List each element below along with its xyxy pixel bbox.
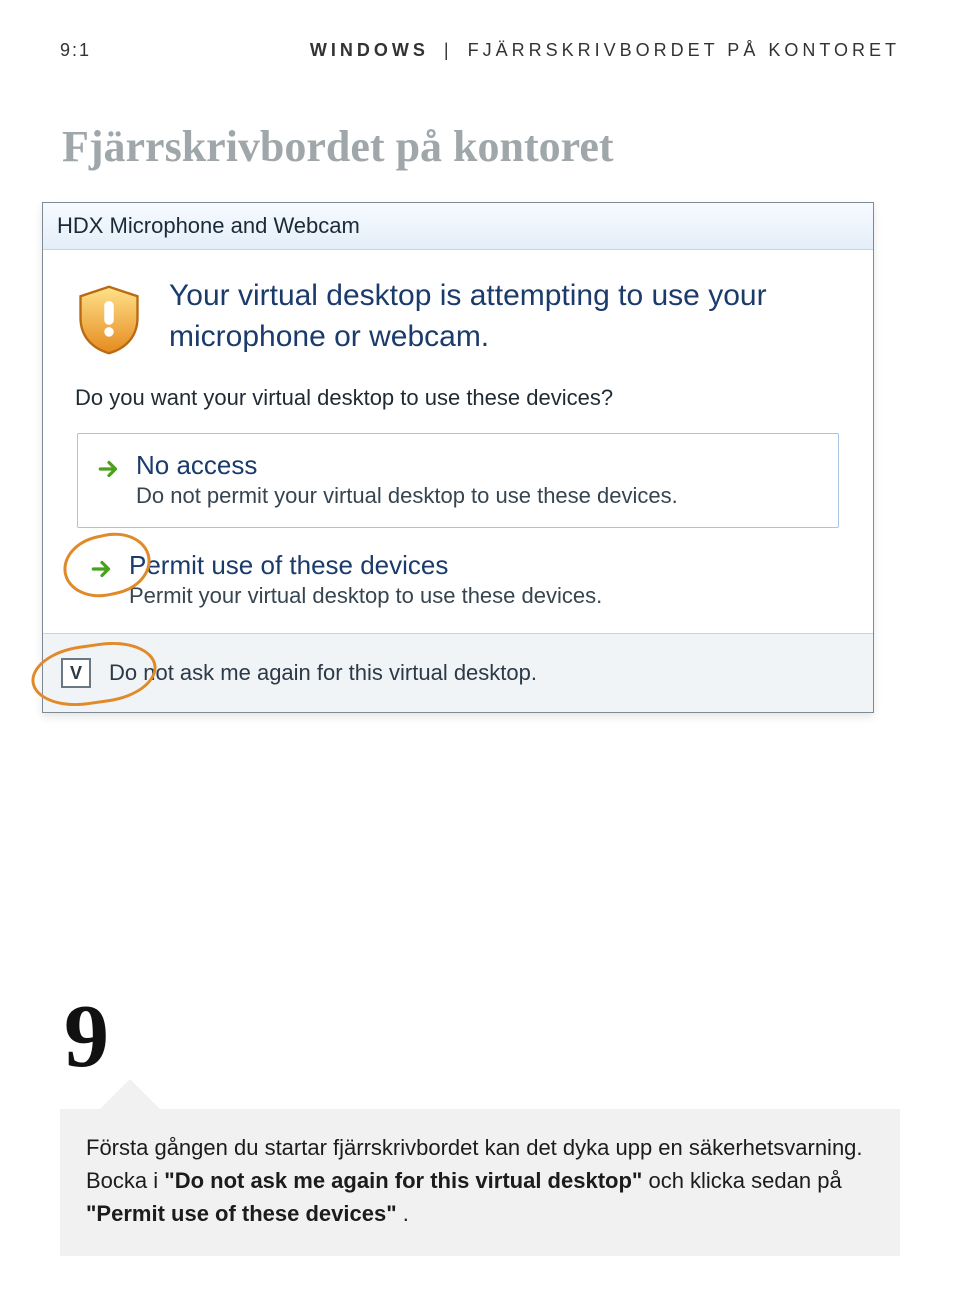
- hdx-dialog: HDX Microphone and Webcam Yo: [42, 202, 874, 713]
- dialog-warning-text: Your virtual desktop is attempting to us…: [169, 276, 845, 357]
- callout-bold2: "Permit use of these devices": [86, 1201, 397, 1226]
- dialog-question: Do you want your virtual desktop to use …: [75, 385, 845, 411]
- arrow-right-icon: [96, 456, 122, 487]
- option-no-access[interactable]: No access Do not permit your virtual des…: [77, 433, 839, 528]
- page-title: Fjärrskrivbordet på kontoret: [62, 121, 900, 172]
- option2-subtitle: Permit your virtual desktop to use these…: [129, 583, 602, 609]
- dialog-footer: V Do not ask me again for this virtual d…: [43, 633, 873, 712]
- option1-title: No access: [136, 450, 678, 481]
- do-not-ask-label: Do not ask me again for this virtual des…: [109, 660, 537, 686]
- callout-bold1: "Do not ask me again for this virtual de…: [164, 1168, 642, 1193]
- header-separator: |: [444, 40, 453, 60]
- header-right: WINDOWS | FJÄRRSKRIVBORDET PÅ KONTORET: [310, 40, 900, 61]
- header-os: WINDOWS: [310, 40, 429, 60]
- dialog-title: HDX Microphone and Webcam: [43, 203, 873, 250]
- header-section: FJÄRRSKRIVBORDET PÅ KONTORET: [468, 40, 900, 60]
- callout-post: .: [403, 1201, 409, 1226]
- option-permit[interactable]: Permit use of these devices Permit your …: [89, 550, 839, 609]
- callout-pointer-icon: [100, 1079, 160, 1109]
- page-number: 9:1: [60, 40, 91, 61]
- annotation-circle-checkbox: [27, 636, 160, 713]
- option2-title: Permit use of these devices: [129, 550, 602, 581]
- callout-text: Första gången du startar fjärrskrivborde…: [60, 1109, 900, 1256]
- shield-warning-icon: [71, 282, 147, 363]
- callout-mid: och klicka sedan på: [648, 1168, 841, 1193]
- option1-subtitle: Do not permit your virtual desktop to us…: [136, 483, 678, 509]
- step-number: 9: [64, 1001, 900, 1073]
